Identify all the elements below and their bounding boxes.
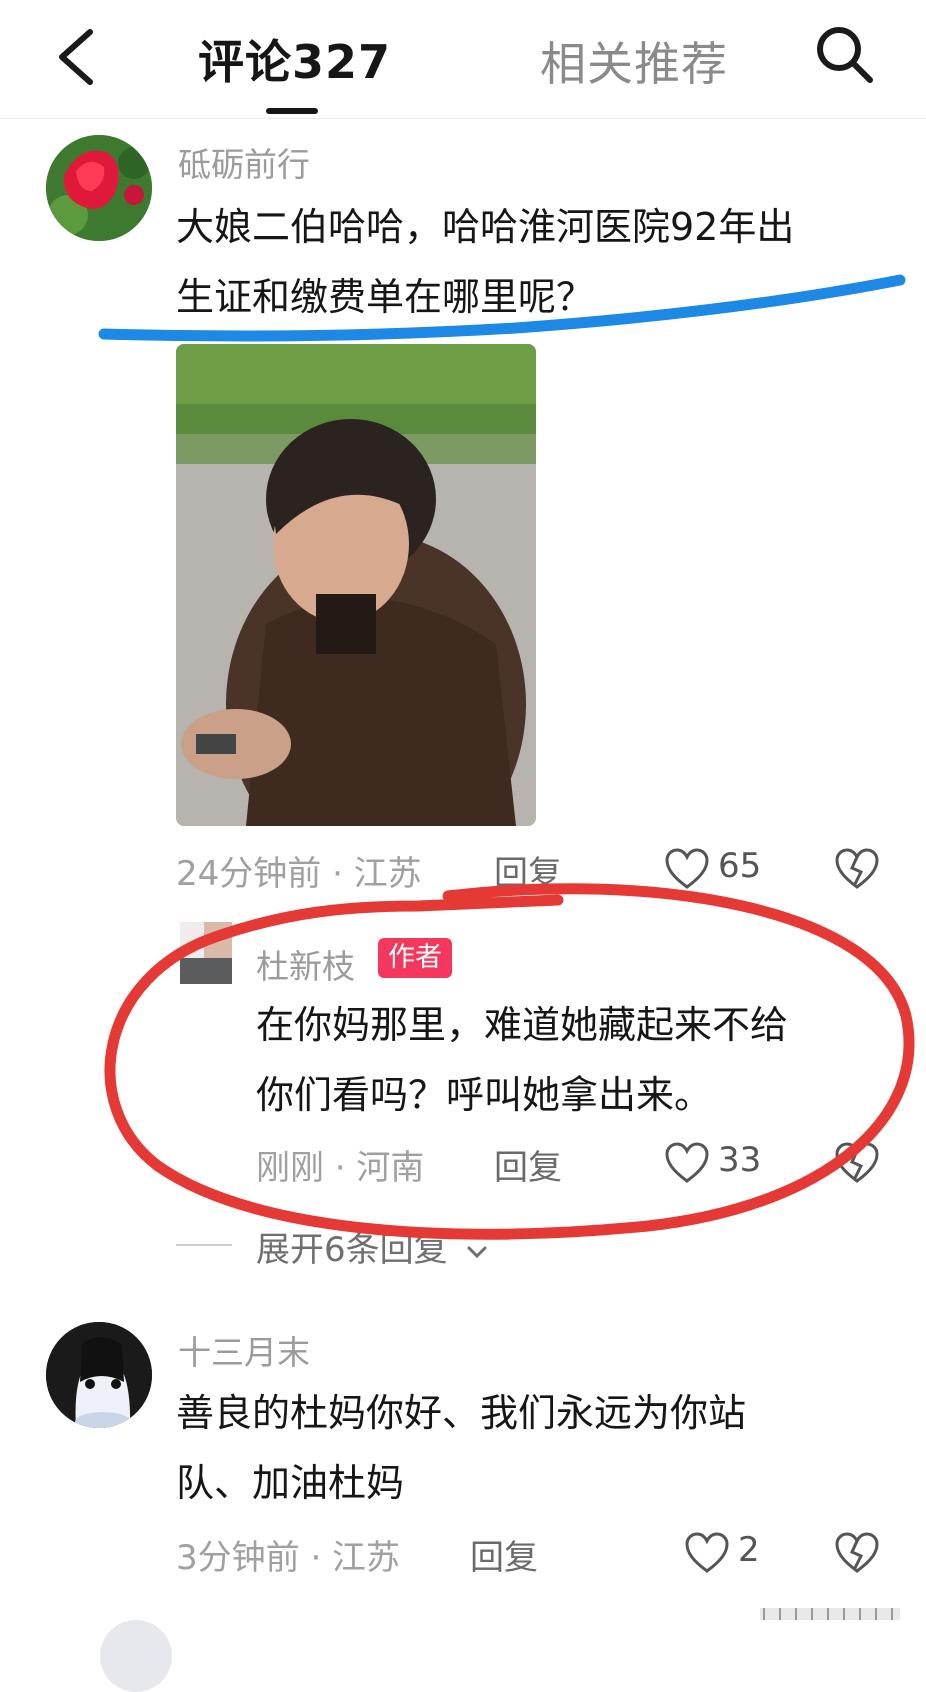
avatar[interactable] — [46, 1322, 152, 1428]
comment-username[interactable]: 十三月末 — [178, 1326, 310, 1374]
top-bar: 评论327 相关推荐 — [0, 0, 926, 119]
avatar[interactable] — [46, 135, 152, 241]
like-count: 2 — [738, 1530, 760, 1570]
tab-comments[interactable]: 评论327 — [198, 26, 391, 92]
red-circle-annotation — [104, 883, 915, 1240]
back-icon[interactable] — [52, 26, 102, 88]
tab-related[interactable]: 相关推荐 — [540, 28, 728, 94]
comment-text-line: 善良的杜妈你好、我们永远为你站 — [176, 1391, 747, 1435]
active-tab-indicator — [266, 108, 318, 114]
comment-meta: 3分钟前 · 江苏 — [176, 1538, 401, 1578]
blue-underline-annotation — [98, 274, 906, 342]
avatar[interactable] — [100, 1620, 172, 1692]
reply-button[interactable]: 回复 — [470, 1530, 538, 1579]
home-indicator — [760, 1608, 900, 1620]
comment-image[interactable] — [176, 344, 536, 826]
comment-text-line: 队、加油杜妈 — [176, 1461, 405, 1505]
search-icon[interactable] — [812, 22, 876, 86]
heart-icon[interactable] — [684, 1532, 730, 1574]
comment-text-line: 大娘二伯哈哈，哈哈淮河医院92年出 — [176, 205, 795, 249]
comment-username[interactable]: 砥砺前行 — [178, 138, 310, 186]
dislike-icon[interactable] — [834, 1532, 880, 1574]
